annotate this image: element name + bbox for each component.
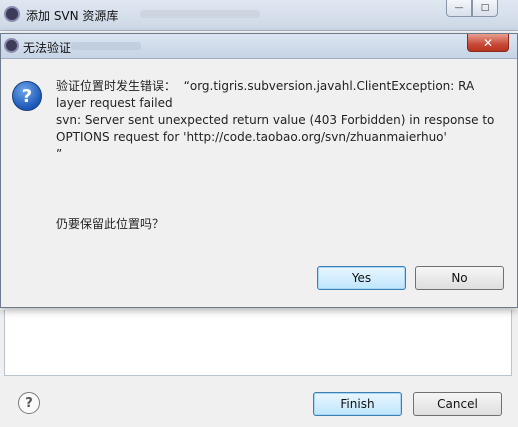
maximize-button[interactable]: □: [472, 0, 498, 17]
minimize-button[interactable]: —: [446, 0, 472, 17]
help-icon[interactable]: ?: [18, 392, 40, 414]
dialog-titlebar: 无法验证 ✕: [1, 34, 517, 59]
error-message: 验证位置时发生错误： “org.tigris.subversion.javahl…: [56, 79, 495, 161]
blurred-text: [140, 10, 260, 18]
cancel-button[interactable]: Cancel: [413, 392, 502, 416]
app-icon: [4, 38, 19, 53]
question-icon: ?: [12, 81, 42, 111]
back-window-title: 添加 SVN 资源库: [26, 9, 119, 23]
finish-button[interactable]: Finish: [313, 392, 402, 416]
close-button[interactable]: ✕: [467, 34, 509, 52]
blurred-text: [71, 42, 141, 50]
window-controls: — □: [446, 0, 498, 18]
no-button[interactable]: No: [415, 266, 504, 290]
back-window-titlebar: 添加 SVN 资源库 — □: [0, 0, 518, 31]
dialog-title: 无法验证: [23, 41, 72, 55]
validation-dialog: 无法验证 ✕ ? 验证位置时发生错误： “org.tigris.subversi…: [0, 33, 518, 308]
confirm-question: 仍要保留此位置吗？: [56, 217, 165, 231]
app-icon: [4, 6, 20, 22]
yes-button[interactable]: Yes: [317, 266, 406, 290]
back-window-panel: [4, 310, 512, 376]
